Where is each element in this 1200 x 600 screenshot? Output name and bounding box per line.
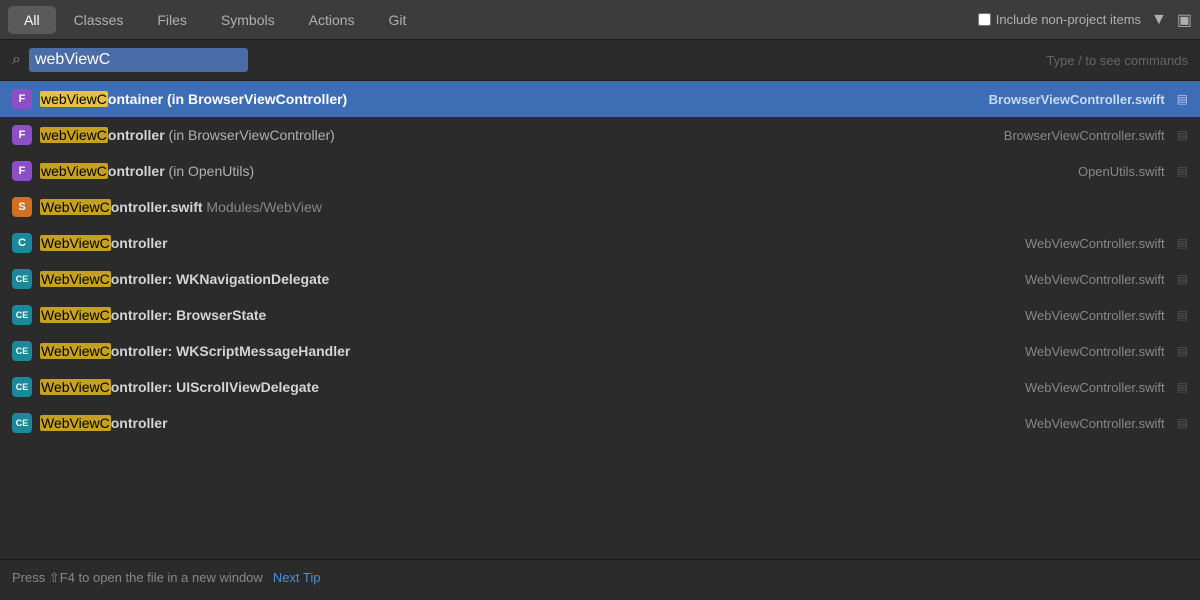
result-file: OpenUtils.swift	[1078, 164, 1165, 179]
file-icon: ▤	[1177, 308, 1188, 322]
include-non-project-label: Include non-project items	[996, 12, 1141, 27]
result-file: WebViewController.swift	[1025, 380, 1165, 395]
list-item[interactable]: FwebViewContainer (in BrowserViewControl…	[0, 81, 1200, 117]
search-bar: ⌕ Type / to see commands	[0, 40, 1200, 81]
result-file: WebViewController.swift	[1025, 236, 1165, 251]
file-icon: ▤	[1177, 416, 1188, 430]
result-name: WebViewController	[40, 235, 1017, 251]
file-icon: ▤	[1177, 92, 1188, 106]
list-item[interactable]: CE WebViewController: WKNavigationDelegat…	[0, 261, 1200, 297]
tab-all[interactable]: All	[8, 6, 56, 34]
result-name: webViewController (in OpenUtils)	[40, 163, 1070, 179]
layout-icon[interactable]: ▣	[1177, 10, 1192, 30]
search-icon: ⌕	[12, 51, 21, 69]
result-name: webViewController (in BrowserViewControl…	[40, 127, 996, 143]
result-file: WebViewController.swift	[1025, 344, 1165, 359]
tab-classes[interactable]: Classes	[58, 6, 140, 34]
list-item[interactable]: S WebViewController.swift Modules/WebView	[0, 189, 1200, 225]
result-badge: CE	[12, 377, 32, 397]
status-bar: Press ⇧F4 to open the file in a new wind…	[0, 559, 1200, 595]
result-badge: CE	[12, 341, 32, 361]
filter-icon[interactable]: ▼	[1151, 11, 1167, 29]
tab-symbols[interactable]: Symbols	[205, 6, 291, 34]
tab-bar: All Classes Files Symbols Actions Git In…	[0, 0, 1200, 40]
result-name: WebViewController: WKScriptMessageHandle…	[40, 343, 1017, 359]
tab-files[interactable]: Files	[141, 6, 203, 34]
result-name: webViewContainer (in BrowserViewControll…	[40, 91, 981, 107]
result-name: WebViewController: UIScrollViewDelegate	[40, 379, 1017, 395]
list-item[interactable]: CE WebViewController: UIScrollViewDelegat…	[0, 369, 1200, 405]
result-file: WebViewController.swift	[1025, 308, 1165, 323]
search-hint: Type / to see commands	[1046, 53, 1188, 68]
results-list: FwebViewContainer (in BrowserViewControl…	[0, 81, 1200, 559]
result-file: WebViewController.swift	[1025, 272, 1165, 287]
file-icon: ▤	[1177, 344, 1188, 358]
file-icon: ▤	[1177, 272, 1188, 286]
result-badge: F	[12, 161, 32, 181]
status-tip-text: Press ⇧F4 to open the file in a new wind…	[12, 570, 263, 586]
next-tip-button[interactable]: Next Tip	[273, 570, 321, 585]
file-icon: ▤	[1177, 128, 1188, 142]
result-badge: CE	[12, 413, 32, 433]
list-item[interactable]: CE WebViewController: WKScriptMessageHand…	[0, 333, 1200, 369]
result-name: WebViewController	[40, 415, 1017, 431]
result-badge: F	[12, 125, 32, 145]
include-non-project-input[interactable]	[978, 13, 991, 26]
result-file: BrowserViewController.swift	[1004, 128, 1165, 143]
result-badge: CE	[12, 305, 32, 325]
result-file: WebViewController.swift	[1025, 416, 1165, 431]
search-input[interactable]	[29, 48, 248, 72]
list-item[interactable]: C WebViewController WebViewController.swif…	[0, 225, 1200, 261]
tab-actions[interactable]: Actions	[293, 6, 371, 34]
list-item[interactable]: CE WebViewController WebViewController.swi…	[0, 405, 1200, 441]
list-item[interactable]: FwebViewController (in BrowserViewContro…	[0, 117, 1200, 153]
file-icon: ▤	[1177, 164, 1188, 178]
result-badge: S	[12, 197, 32, 217]
result-badge: CE	[12, 269, 32, 289]
result-name: WebViewController.swift Modules/WebView	[40, 199, 1188, 215]
list-item[interactable]: FwebViewController (in OpenUtils) OpenUti…	[0, 153, 1200, 189]
result-badge: F	[12, 89, 32, 109]
file-icon: ▤	[1177, 236, 1188, 250]
result-name: WebViewController: BrowserState	[40, 307, 1017, 323]
list-item[interactable]: CE WebViewController: BrowserState WebView…	[0, 297, 1200, 333]
result-name: WebViewController: WKNavigationDelegate	[40, 271, 1017, 287]
result-file: BrowserViewController.swift	[989, 92, 1165, 107]
include-non-project-checkbox[interactable]: Include non-project items	[978, 12, 1141, 27]
file-icon: ▤	[1177, 380, 1188, 394]
result-badge: C	[12, 233, 32, 253]
tab-git[interactable]: Git	[373, 6, 423, 34]
